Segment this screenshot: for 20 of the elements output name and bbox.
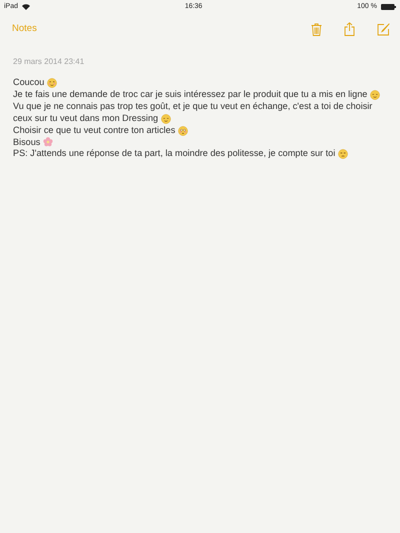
flushed-face-icon <box>178 126 188 136</box>
smiley-icon <box>47 78 58 88</box>
note-date: 29 mars 2014 23:41 <box>13 56 86 68</box>
compose-button[interactable] <box>377 22 390 36</box>
note-line: ceux sur tu veut dans mon Dressing <box>13 112 158 125</box>
note-line: Vu que je ne connais pas trop tes goût, et je que tu veut en échange, c'est a toi de choisir <box>13 100 372 113</box>
flower-icon <box>43 137 54 148</box>
note-line: Bisous <box>13 136 40 148</box>
note-line: Je te fais une demande de troc car je suis intéressez par le produit que tu a mis en ligne <box>13 88 368 101</box>
smiley-icon <box>370 90 380 100</box>
share-button[interactable] <box>344 22 355 36</box>
note-line: Choisir ce que tu veut contre ton articles <box>13 124 176 137</box>
note-line: PS: J'attends une réponse de ta part, la moindre des politesse, je compte sur toi <box>13 148 336 160</box>
back-button[interactable]: Notes <box>12 22 37 36</box>
unamused-face-icon <box>338 149 348 160</box>
smiley-icon <box>161 114 172 124</box>
note-line: Coucou <box>13 77 44 89</box>
trash-button[interactable] <box>311 22 322 36</box>
battery-icon <box>381 4 396 10</box>
wifi-icon <box>22 4 30 10</box>
